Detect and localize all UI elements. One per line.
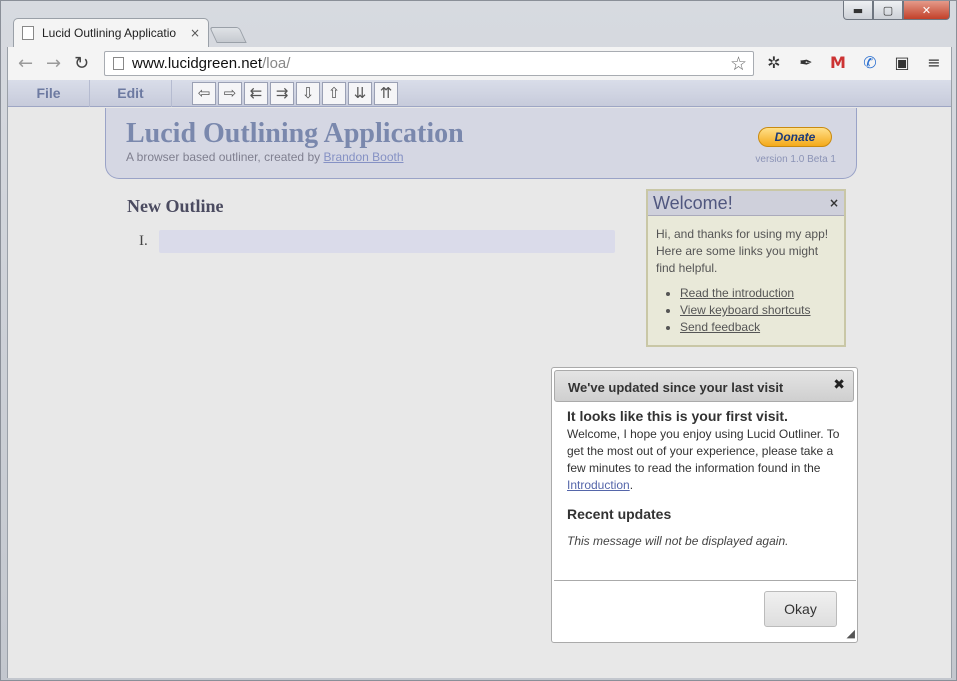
- welcome-panel: Welcome! × Hi, and thanks for using my a…: [646, 189, 846, 347]
- version-label: version 1.0 Beta 1: [755, 154, 836, 165]
- welcome-links: Read the introduction View keyboard shor…: [680, 285, 836, 336]
- dialog-note: This message will not be displayed again…: [567, 534, 789, 548]
- introduction-link[interactable]: Introduction: [567, 478, 630, 492]
- forward-icon[interactable]: →: [46, 53, 61, 74]
- browser-toolbar: ← → ↻ www.lucidgreen.net /loa/ ☆ ✲ ✒ M ✆…: [7, 47, 952, 80]
- url-path: /loa/: [262, 55, 291, 72]
- address-bar[interactable]: www.lucidgreen.net /loa/ ☆: [104, 51, 754, 76]
- reload-icon[interactable]: ↻: [74, 53, 89, 74]
- subtitle-text: A browser based outliner, created by: [126, 150, 324, 164]
- divider: [554, 580, 856, 581]
- page-icon: [113, 57, 124, 70]
- menu-file[interactable]: File: [8, 80, 90, 107]
- bookmark-star-icon[interactable]: ☆: [730, 53, 747, 75]
- extension-gear-icon[interactable]: ✲: [764, 53, 784, 73]
- url-host: www.lucidgreen.net: [132, 55, 263, 72]
- send-feedback-link[interactable]: Send feedback: [680, 320, 760, 334]
- outline-title[interactable]: New Outline: [127, 196, 224, 217]
- move-left-icon[interactable]: ⇦: [192, 82, 216, 105]
- close-icon[interactable]: ✖: [833, 377, 845, 393]
- update-dialog: We've updated since your last visit ✖ It…: [551, 367, 858, 643]
- author-link[interactable]: Brandon Booth: [323, 150, 403, 164]
- skype-icon[interactable]: ✆: [860, 53, 880, 73]
- menu-edit[interactable]: Edit: [90, 80, 172, 107]
- resize-grip-icon[interactable]: ◢: [847, 627, 855, 640]
- move-to-bottom-icon[interactable]: ⇊: [348, 82, 372, 105]
- okay-button[interactable]: Okay: [764, 591, 837, 627]
- welcome-text: Hi, and thanks for using my app! Here ar…: [656, 227, 829, 275]
- gmail-icon[interactable]: M: [828, 53, 848, 73]
- back-icon[interactable]: ←: [18, 53, 33, 74]
- menu-icon[interactable]: ≡: [924, 53, 944, 73]
- move-up-icon[interactable]: ⇧: [322, 82, 346, 105]
- dialog-text: Welcome, I hope you enjoy using Lucid Ou…: [567, 426, 847, 494]
- page-viewport: File Edit ⇦ ⇨ ⇇ ⇉ ⇩ ⇧ ⇊ ⇈ Lucid Outlinin…: [7, 80, 952, 678]
- outline-item-number: I.: [139, 233, 148, 249]
- extension-feather-icon[interactable]: ✒: [796, 53, 816, 73]
- move-right-icon[interactable]: ⇨: [218, 82, 242, 105]
- list-item: View keyboard shortcuts: [680, 302, 836, 319]
- welcome-title: Welcome!: [653, 192, 733, 213]
- new-tab-button[interactable]: [209, 27, 247, 43]
- page-icon: [22, 26, 34, 40]
- tab-close-icon[interactable]: ×: [190, 26, 200, 40]
- dialog-text-end: .: [629, 478, 634, 492]
- close-window-button[interactable]: ✕: [903, 1, 950, 20]
- maximize-button[interactable]: ▢: [873, 1, 903, 20]
- move-to-top-icon[interactable]: ⇈: [374, 82, 398, 105]
- app-title: Lucid Outlining Application: [126, 118, 464, 149]
- keyboard-shortcuts-link[interactable]: View keyboard shortcuts: [680, 303, 811, 317]
- browser-tab[interactable]: Lucid Outlining Applicatio ×: [13, 18, 209, 47]
- outdent-icon[interactable]: ⇇: [244, 82, 268, 105]
- minimize-button[interactable]: ▬: [843, 1, 873, 20]
- list-item: Read the introduction: [680, 285, 836, 302]
- dialog-text-body: Welcome, I hope you enjoy using Lucid Ou…: [567, 427, 840, 475]
- recent-updates-heading: Recent updates: [567, 506, 672, 522]
- app-header: Lucid Outlining Application A browser ba…: [105, 108, 857, 179]
- dialog-title: We've updated since your last visit: [568, 380, 784, 395]
- outline-item-input[interactable]: [159, 230, 615, 253]
- indent-icon[interactable]: ⇉: [270, 82, 294, 105]
- donate-button[interactable]: Donate: [758, 127, 832, 147]
- move-down-icon[interactable]: ⇩: [296, 82, 320, 105]
- app-subtitle: A browser based outliner, created by Bra…: [126, 150, 404, 164]
- read-introduction-link[interactable]: Read the introduction: [680, 286, 794, 300]
- dialog-heading: It looks like this is your first visit.: [567, 408, 788, 424]
- dialog-header[interactable]: We've updated since your last visit ✖: [554, 370, 854, 402]
- window-controls: ▬ ▢ ✕: [843, 1, 950, 20]
- dialog-body: It looks like this is your first visit. …: [567, 408, 847, 548]
- app-menu-bar: File Edit ⇦ ⇨ ⇇ ⇉ ⇩ ⇧ ⇊ ⇈: [8, 80, 951, 107]
- welcome-body: Hi, and thanks for using my app! Here ar…: [648, 216, 844, 346]
- evernote-icon[interactable]: ▣: [892, 53, 912, 73]
- tab-title: Lucid Outlining Applicatio: [42, 26, 177, 40]
- list-item: Send feedback: [680, 319, 836, 336]
- welcome-header: Welcome! ×: [648, 191, 844, 216]
- browser-window: ▬ ▢ ✕ Lucid Outlining Applicatio × ← → ↻…: [0, 0, 957, 681]
- close-icon[interactable]: ×: [829, 196, 839, 210]
